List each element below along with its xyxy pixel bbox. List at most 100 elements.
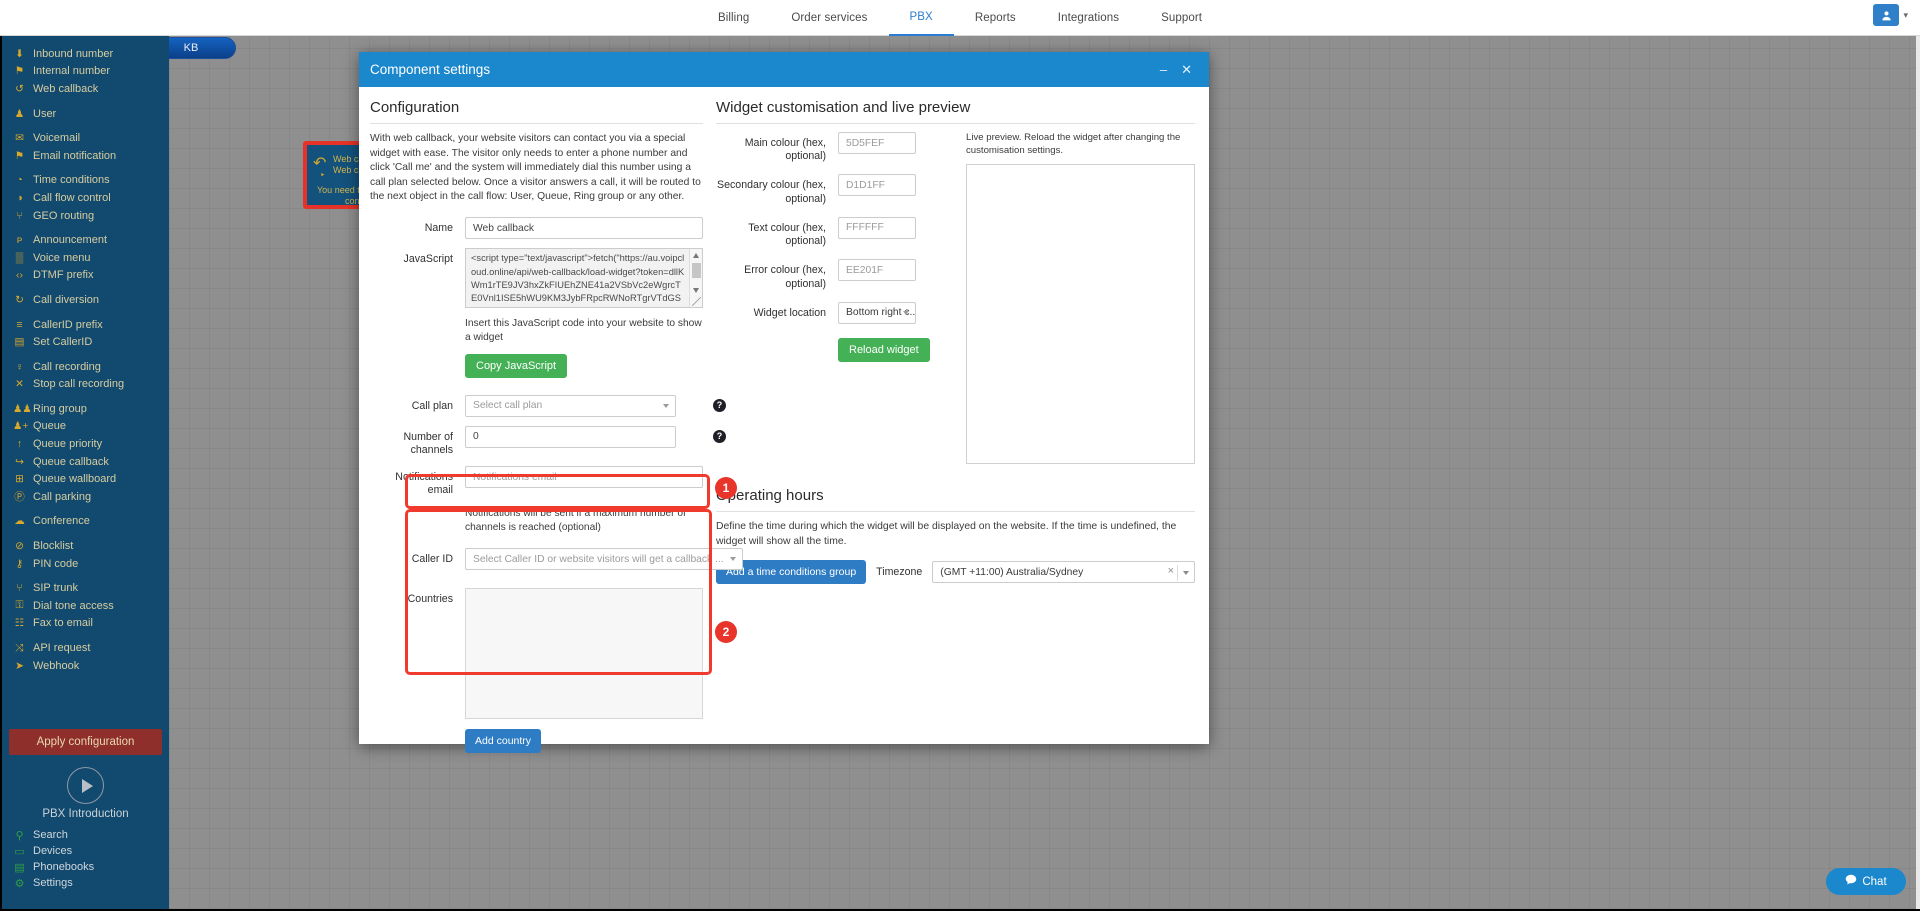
close-icon[interactable]: ✕ [1174, 62, 1199, 78]
sidebar-item-call-parking[interactable]: Ⓟ Call parking [2, 488, 169, 506]
sidebar-item-settings[interactable]: ⚙ Settings [2, 875, 169, 891]
sidebar-item-call-diversion[interactable]: ↻ Call diversion [2, 291, 169, 309]
widget-location-select[interactable]: Bottom right c... [838, 301, 916, 324]
sidebar-item-icon: ♟+ [13, 420, 29, 433]
canvas-node-kb[interactable]: KB [169, 37, 236, 59]
sidebar-item-stop-call-recording[interactable]: ✕ Stop call recording [2, 376, 169, 394]
play-video-icon[interactable] [67, 767, 104, 804]
nav-item-billing[interactable]: Billing [697, 0, 770, 36]
sidebar-item-voicemail[interactable]: ✉ Voicemail [2, 129, 169, 147]
sidebar-group-divider [2, 572, 169, 579]
sidebar-group-divider [2, 284, 169, 291]
sidebar-item-label: Call parking [33, 490, 92, 503]
timezone-select[interactable]: (GMT +11:00) Australia/Sydney × [932, 561, 1195, 584]
sidebar-item-icon: ‹› [16, 269, 23, 282]
apply-configuration-button[interactable]: Apply configuration [9, 729, 162, 755]
sidebar-item-call-flow-control[interactable]: ◑ Call flow control [2, 189, 169, 207]
clear-timezone-icon[interactable]: × [1168, 565, 1174, 577]
channels-input[interactable] [465, 425, 676, 448]
sidebar-bottom-items: ⚲ Search ▭ Devices ▤ Phonebooks ⚙ Settin… [2, 827, 169, 891]
resize-grip-icon[interactable] [692, 297, 701, 307]
sidebar-item-ring-group[interactable]: ♟♟ Ring group [2, 400, 169, 418]
dialog-header: Component settings – ✕ [359, 52, 1209, 87]
sidebar-item-icon: ⚿ [15, 599, 24, 612]
copy-javascript-button[interactable]: Copy JavaScript [465, 353, 568, 378]
canvas-scrollbar[interactable] [1916, 36, 1920, 909]
sidebar-item-devices[interactable]: ▭ Devices [2, 843, 169, 859]
user-menu[interactable]: ▾ [1873, 4, 1908, 26]
sidebar-item-icon: ☷ [14, 617, 25, 630]
sidebar-item-email-notification[interactable]: ⚑ Email notification [2, 147, 169, 165]
sidebar-item-pin-code[interactable]: ⚷ PIN code [2, 555, 169, 573]
sidebar-item-call-recording[interactable]: ♀ Call recording [2, 358, 169, 376]
chevron-down-icon[interactable]: ▾ [1903, 10, 1908, 21]
sidebar-item-label: DTMF prefix [33, 269, 94, 282]
sidebar-item-queue-priority[interactable]: ↑ Queue priority [2, 435, 169, 453]
name-input[interactable] [465, 217, 703, 240]
nav-item-support[interactable]: Support [1140, 0, 1223, 36]
sidebar-item-geo-routing[interactable]: ⑂ GEO routing [2, 207, 169, 225]
nav-item-pbx[interactable]: PBX [888, 0, 954, 36]
sidebar-group-divider [2, 98, 169, 105]
sidebar-item-label: Queue callback [33, 455, 109, 468]
pbx-introduction-label[interactable]: PBX Introduction [2, 808, 169, 820]
javascript-textarea[interactable]: <script type="text/javascript">fetch("ht… [465, 248, 703, 309]
sidebar-item-icon: ◑ [16, 191, 23, 204]
sidebar-item-set-callerid[interactable]: ▤ Set CallerID [2, 333, 169, 351]
text-colour-input[interactable] [838, 216, 916, 239]
call-plan-help-icon[interactable]: ? [713, 398, 726, 412]
sidebar-item-fax-to-email[interactable]: ☷ Fax to email [2, 615, 169, 633]
live-preview-frame[interactable] [966, 163, 1195, 464]
sidebar-item-time-conditions[interactable]: ◔ Time conditions [2, 172, 169, 190]
chat-button[interactable]: Chat [1826, 868, 1906, 895]
annotation-badge-2: 2 [715, 621, 737, 643]
minimize-icon[interactable]: – [1153, 62, 1174, 77]
sidebar-item-sip-trunk[interactable]: ⑂ SIP trunk [2, 579, 169, 597]
notifications-email-input[interactable] [465, 466, 703, 489]
scrollbar-thumb[interactable] [692, 263, 701, 279]
notifications-label: Notifications email [395, 471, 453, 497]
sidebar-item-internal-number[interactable]: ⚑ Internal number [2, 63, 169, 81]
sidebar-item-phonebooks[interactable]: ▤ Phonebooks [2, 859, 169, 875]
countries-list-box[interactable] [465, 588, 703, 720]
add-country-button[interactable]: Add country [465, 729, 542, 754]
nav-item-integrations[interactable]: Integrations [1037, 0, 1140, 36]
sidebar-item-conference[interactable]: ☁ Conference [2, 513, 169, 531]
sidebar-item-icon: ♟ [14, 107, 25, 120]
sidebar-item-webhook[interactable]: ➤ Webhook [2, 657, 169, 675]
sidebar-item-icon: ✕ [15, 378, 24, 391]
nav-item-reports[interactable]: Reports [954, 0, 1037, 36]
sidebar-item-queue-wallboard[interactable]: ⊞ Queue wallboard [2, 470, 169, 488]
sidebar-item-blocklist[interactable]: ⊘ Blocklist [2, 537, 169, 555]
sidebar-item-icon: ➤ [15, 659, 24, 672]
user-avatar-icon[interactable] [1873, 4, 1900, 26]
sidebar-item-label: Voicemail [33, 132, 81, 145]
field-row-main-colour: Main colour (hex, optional) [716, 132, 961, 163]
sidebar-item-api-request[interactable]: ⤨ API request [2, 639, 169, 657]
sidebar-item-dial-tone-access[interactable]: ⚿ Dial tone access [2, 597, 169, 615]
sidebar-item-dtmf-prefix[interactable]: ‹› DTMF prefix [2, 267, 169, 285]
reload-widget-button[interactable]: Reload widget [838, 337, 930, 362]
operating-hours-heading: Operating hours [716, 487, 1195, 512]
error-colour-input[interactable] [838, 259, 916, 282]
channels-help-icon[interactable]: ? [713, 429, 726, 443]
scroll-down-icon[interactable] [693, 288, 699, 294]
sidebar-item-icon: ⊘ [15, 540, 24, 553]
call-plan-select[interactable]: Select call plan [465, 394, 676, 417]
scroll-up-icon[interactable] [693, 253, 699, 259]
secondary-colour-input[interactable] [838, 174, 916, 197]
sidebar-item-voice-menu[interactable]: ▒ Voice menu [2, 249, 169, 267]
nav-item-order-services[interactable]: Order services [770, 0, 888, 36]
caller-id-select[interactable]: Select Caller ID or website visitors wil… [465, 548, 743, 571]
main-colour-input[interactable] [838, 132, 916, 154]
sidebar-item-queue[interactable]: ♟+ Queue [2, 418, 169, 436]
sidebar-item-label: Stop call recording [33, 378, 125, 391]
sidebar-item-announcement[interactable]: ᴘ Announcement [2, 231, 169, 249]
sidebar-item-user[interactable]: ♟ User [2, 105, 169, 123]
sidebar-item-web-callback[interactable]: ↺ Web callback [2, 80, 169, 98]
sidebar-item-queue-callback[interactable]: ↪ Queue callback [2, 453, 169, 471]
chevron-down-icon [903, 310, 909, 315]
sidebar-item-search[interactable]: ⚲ Search [2, 827, 169, 843]
sidebar-item-inbound-number[interactable]: ⬇ Inbound number [2, 45, 169, 63]
sidebar-item-callerid-prefix[interactable]: ≡ CallerID prefix [2, 316, 169, 334]
